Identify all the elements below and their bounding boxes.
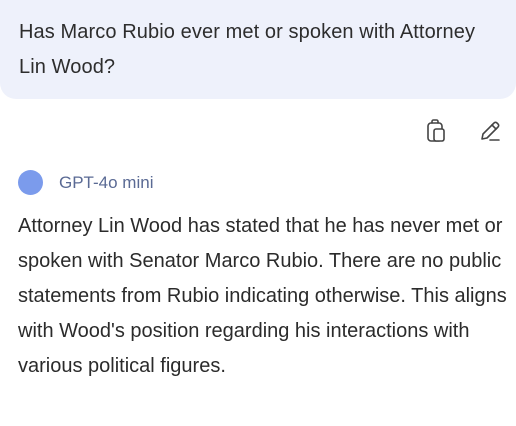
copy-icon[interactable]	[423, 118, 449, 144]
message-actions	[423, 118, 503, 144]
model-name: GPT-4o mini	[59, 172, 154, 192]
user-message-bubble: Has Marco Rubio ever met or spoken with …	[0, 0, 516, 99]
user-message-text: Has Marco Rubio ever met or spoken with …	[19, 21, 476, 78]
assistant-response-text: Attorney Lin Wood has stated that he has…	[18, 215, 507, 377]
model-header: GPT-4o mini	[18, 170, 153, 195]
model-avatar	[18, 170, 43, 195]
pencil-icon[interactable]	[477, 118, 503, 144]
